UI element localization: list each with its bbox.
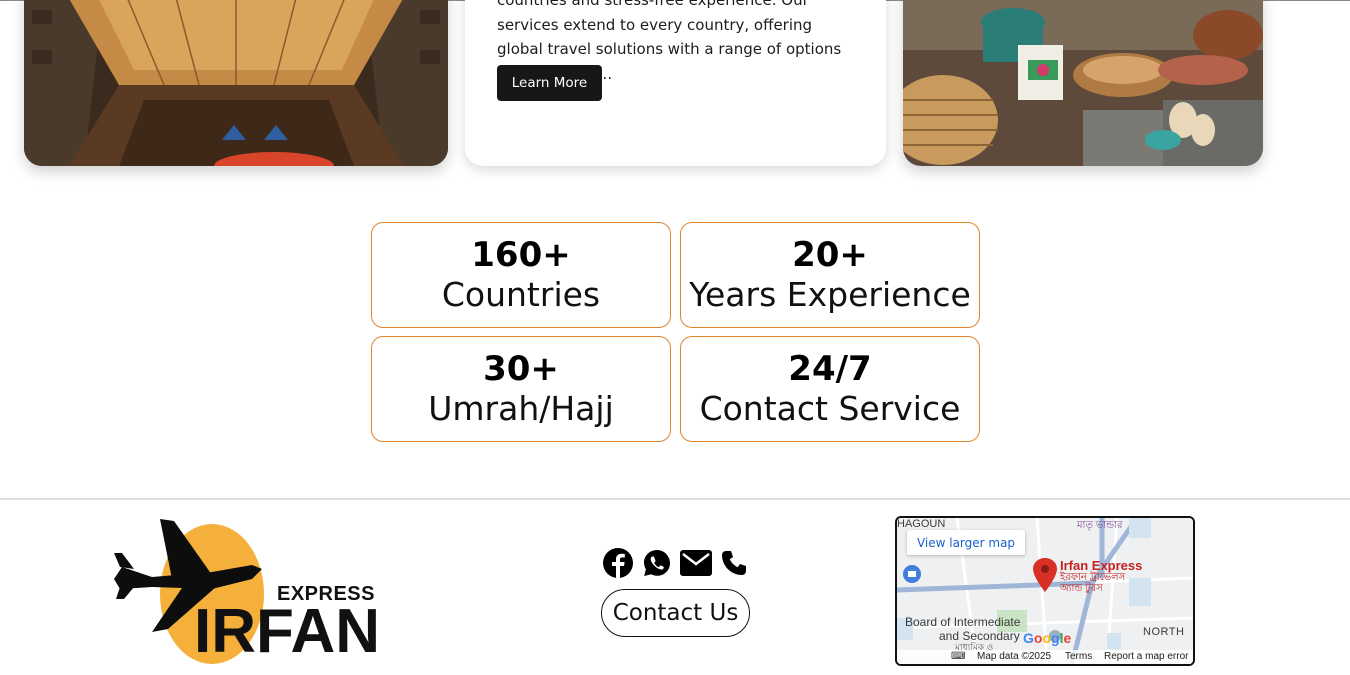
boat-image bbox=[24, 0, 448, 166]
map-label-top: HAGOUN bbox=[897, 518, 946, 530]
footer-divider bbox=[0, 498, 1350, 500]
stat-label: Contact Service bbox=[699, 389, 961, 428]
email-icon[interactable] bbox=[680, 550, 712, 576]
contact-us-button[interactable]: Contact Us bbox=[601, 589, 750, 637]
stat-value: 160+ bbox=[471, 235, 571, 275]
social-icons bbox=[602, 546, 748, 580]
whatsapp-icon[interactable] bbox=[642, 548, 672, 578]
view-larger-map-link[interactable]: View larger map bbox=[907, 530, 1025, 555]
market-image-card bbox=[903, 0, 1263, 166]
irfan-express-logo[interactable]: EXPRESS IRFAN bbox=[112, 517, 380, 667]
stat-umrah-hajj: 30+ Umrah/Hajj bbox=[371, 336, 671, 442]
map-attribution-bar: ⌨ Map data ©2025 Terms Report a map erro… bbox=[897, 650, 1193, 664]
stat-label: Countries bbox=[441, 275, 601, 314]
facebook-icon[interactable] bbox=[602, 547, 634, 579]
stat-value: 20+ bbox=[792, 235, 868, 275]
stat-years-experience: 20+ Years Experience bbox=[680, 222, 980, 328]
map-place-name: Irfan Express bbox=[1060, 558, 1143, 573]
location-map[interactable]: View larger map Irfan Express ইরফান ট্রা… bbox=[895, 516, 1195, 666]
map-label-north: NORTH bbox=[1143, 626, 1185, 638]
google-logo: Google bbox=[1023, 630, 1072, 646]
map-place-name-bn: ইরফান ট্রাভেলস অ্যান্ড টুরস bbox=[1060, 572, 1126, 594]
phone-icon[interactable] bbox=[720, 549, 748, 577]
boat-image-card bbox=[24, 0, 448, 166]
stat-contact-service: 24/7 Contact Service bbox=[680, 336, 980, 442]
keyboard-icon[interactable]: ⌨ bbox=[951, 651, 965, 662]
stat-label: Umrah/Hajj bbox=[428, 389, 614, 428]
map-terms-link[interactable]: Terms bbox=[1065, 651, 1092, 662]
logo-irfan-text: IRFAN bbox=[194, 597, 380, 666]
map-data-attribution: Map data ©2025 bbox=[977, 651, 1052, 662]
report-map-error-link[interactable]: Report a map error bbox=[1104, 651, 1188, 662]
stat-countries: 160+ Countries bbox=[371, 222, 671, 328]
map-label-board: Board of Intermediate bbox=[905, 615, 1021, 629]
stat-value: 24/7 bbox=[788, 349, 872, 389]
stat-label: Years Experience bbox=[689, 275, 971, 314]
market-image bbox=[903, 0, 1263, 166]
service-description-card: countries and stress-free experience. Ou… bbox=[465, 0, 886, 166]
learn-more-button[interactable]: Learn More bbox=[497, 65, 602, 101]
map-label-top-bn: মাতৃ ভান্ডার bbox=[1077, 520, 1123, 531]
stat-value: 30+ bbox=[483, 349, 559, 389]
